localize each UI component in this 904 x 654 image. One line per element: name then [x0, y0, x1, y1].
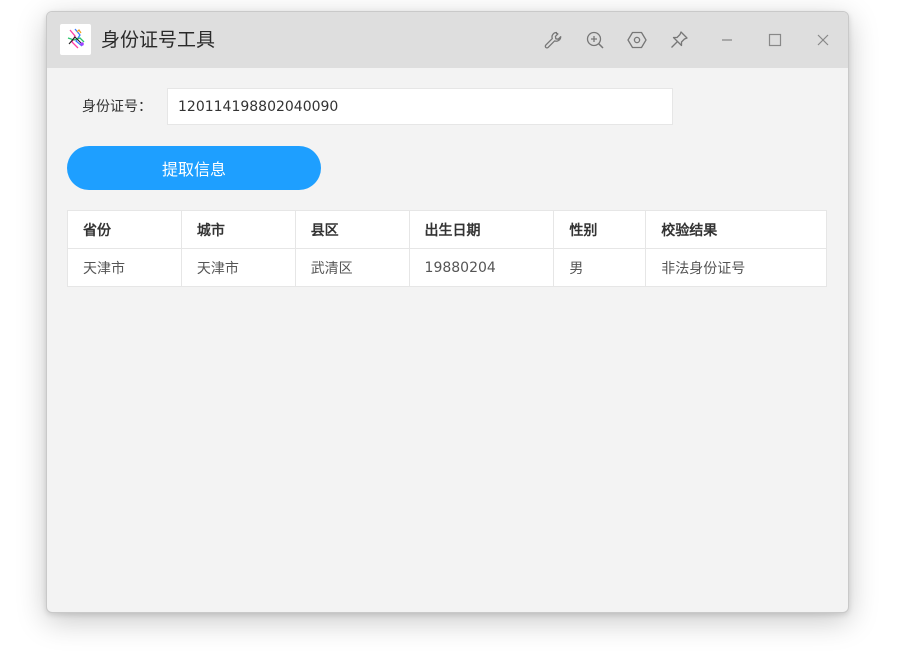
- wrench-icon[interactable]: [542, 29, 564, 51]
- header-province: 省份: [67, 210, 182, 249]
- cell-district: 武清区: [294, 248, 410, 287]
- maximize-icon[interactable]: [764, 29, 786, 51]
- table-row: 天津市 天津市 武清区 19880204 男 非法身份证号: [67, 248, 827, 287]
- id-number-input[interactable]: [167, 88, 673, 125]
- result-table: 省份 城市 县区 出生日期 性别 校验结果 天津市 天津市 武清区 198802…: [67, 210, 827, 287]
- pin-icon[interactable]: [668, 29, 690, 51]
- extract-info-button[interactable]: 提取信息: [67, 146, 321, 190]
- cell-city: 天津市: [180, 248, 296, 287]
- app-logo-icon: [60, 24, 91, 55]
- cell-birth-date: 19880204: [408, 248, 555, 287]
- zoom-in-icon[interactable]: [584, 29, 606, 51]
- minimize-icon[interactable]: [716, 29, 738, 51]
- app-window: 身份证号工具 身份证号： 提取信息: [46, 11, 849, 613]
- header-district: 县区: [294, 210, 410, 249]
- cell-gender: 男: [553, 248, 647, 287]
- hexagon-settings-icon[interactable]: [626, 29, 648, 51]
- header-birth-date: 出生日期: [408, 210, 555, 249]
- close-icon[interactable]: [812, 29, 834, 51]
- window-title: 身份证号工具: [101, 29, 216, 51]
- header-gender: 性别: [553, 210, 647, 249]
- id-number-label: 身份证号：: [82, 99, 152, 115]
- header-city: 城市: [180, 210, 296, 249]
- header-check-result: 校验结果: [645, 210, 827, 249]
- cell-check-result: 非法身份证号: [645, 248, 827, 287]
- cell-province: 天津市: [67, 248, 182, 287]
- table-header-row: 省份 城市 县区 出生日期 性别 校验结果: [67, 210, 827, 249]
- title-bar[interactable]: 身份证号工具: [47, 12, 848, 68]
